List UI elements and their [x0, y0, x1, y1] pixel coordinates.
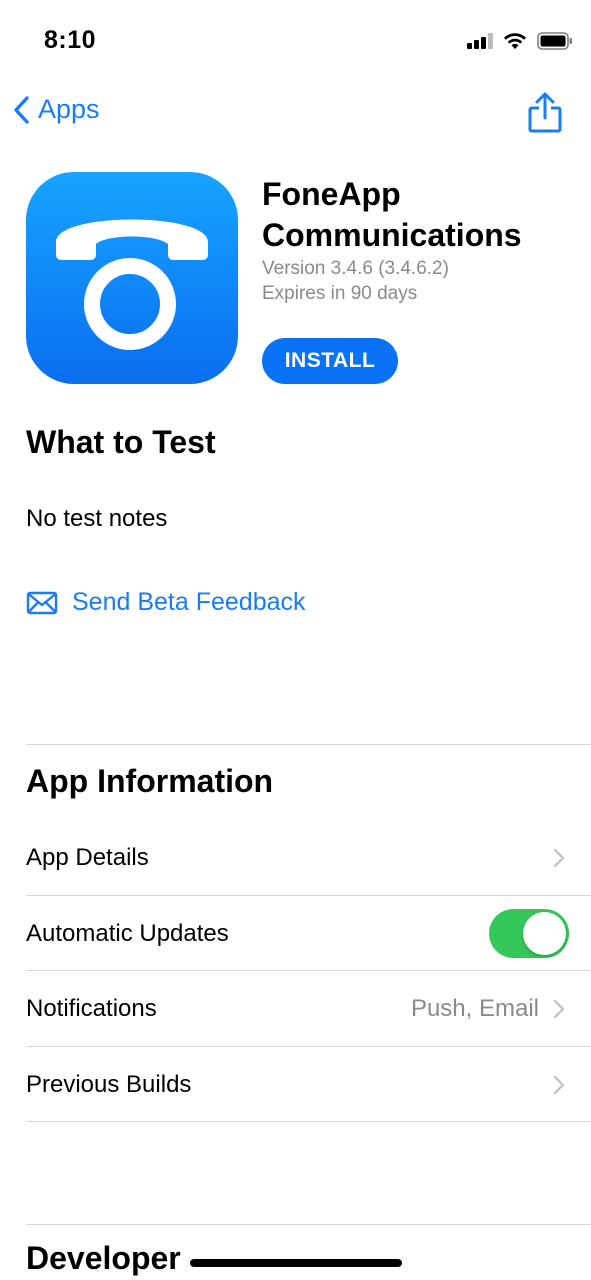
back-button[interactable]: Apps: [12, 94, 100, 125]
chevron-right-icon: [553, 999, 565, 1018]
envelope-icon: [26, 591, 58, 614]
row-label: App Details: [26, 843, 149, 871]
app-icon: [26, 172, 238, 384]
chevron-right-icon: [553, 1075, 565, 1094]
chevron-left-icon: [14, 95, 29, 124]
app-expiration: Expires in 90 days: [262, 283, 418, 304]
share-button[interactable]: [527, 92, 563, 139]
app-details-row[interactable]: App Details: [26, 820, 591, 895]
notifications-value: Push, Email: [410, 994, 539, 1022]
section-divider: [26, 744, 591, 745]
send-beta-feedback-button[interactable]: Send Beta Feedback: [26, 588, 306, 617]
toggle-knob: [523, 912, 566, 955]
wifi-icon: [504, 33, 526, 49]
row-label: Automatic Updates: [26, 919, 229, 947]
section-divider: [26, 1224, 591, 1225]
home-indicator[interactable]: [190, 1259, 402, 1267]
row-label: Previous Builds: [26, 1070, 192, 1098]
feedback-label: Send Beta Feedback: [72, 588, 306, 616]
row-divider: [26, 1121, 591, 1122]
share-icon: [528, 92, 562, 133]
app-version: Version 3.4.6 (3.4.6.2): [262, 258, 449, 279]
app-information-heading: App Information: [26, 763, 274, 799]
what-to-test-heading: What to Test: [26, 424, 216, 460]
install-button[interactable]: INSTALL: [262, 338, 398, 384]
automatic-updates-row: Automatic Updates: [26, 896, 591, 971]
app-name: FoneApp Communications: [262, 176, 522, 253]
back-label: Apps: [38, 94, 100, 124]
telephone-icon: [56, 219, 208, 350]
notifications-row[interactable]: Notifications Push, Email: [26, 971, 591, 1046]
cellular-signal-icon: [467, 33, 493, 49]
row-label: Notifications: [26, 994, 157, 1022]
battery-icon: [537, 32, 572, 50]
chevron-right-icon: [553, 848, 565, 867]
status-icons: [467, 32, 573, 50]
developer-heading: Developer: [26, 1240, 181, 1276]
status-time: 8:10: [44, 26, 97, 54]
previous-builds-row[interactable]: Previous Builds: [26, 1047, 591, 1122]
automatic-updates-toggle[interactable]: [489, 909, 569, 958]
test-notes: No test notes: [26, 505, 168, 532]
